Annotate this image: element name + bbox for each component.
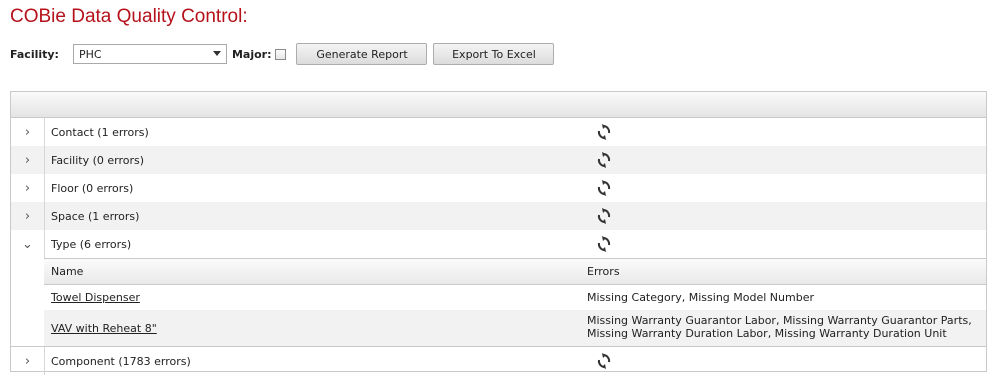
- toolbar: Facility: PHC Major: Generate Report Exp…: [10, 42, 555, 66]
- refresh-icon: [597, 353, 611, 372]
- page-title: COBie Data Quality Control:: [10, 6, 248, 27]
- column-header-name[interactable]: Name: [51, 265, 83, 278]
- group-label: Type (6 errors): [51, 237, 132, 251]
- refresh-icon: [597, 152, 611, 171]
- major-checkbox[interactable]: [275, 48, 287, 60]
- refresh-icon: [597, 208, 611, 227]
- table-row: VAV with Reheat 8" Missing Warranty Guar…: [44, 310, 986, 346]
- group-label: Facility (0 errors): [51, 153, 145, 167]
- group-label: Space (1 errors): [51, 209, 140, 223]
- table-row: Towel Dispenser Missing Category, Missin…: [44, 285, 986, 310]
- chevron-right-icon[interactable]: ›: [11, 146, 44, 174]
- type-errors: Missing Category, Missing Model Number: [587, 291, 814, 304]
- generate-report-button[interactable]: Generate Report: [296, 43, 428, 65]
- major-label: Major:: [231, 47, 272, 61]
- facility-label: Facility:: [10, 47, 59, 61]
- group-row-contact[interactable]: › Contact (1 errors): [11, 118, 986, 146]
- group-row-space[interactable]: › Space (1 errors): [11, 202, 986, 230]
- group-row-type[interactable]: ⌄ Type (6 errors): [11, 230, 986, 258]
- grid-header: [11, 92, 986, 118]
- type-detail-table: Name Errors Towel Dispenser Missing Cate…: [44, 258, 986, 346]
- group-row-component[interactable]: › Component (1783 errors): [11, 346, 986, 375]
- group-row-facility[interactable]: › Facility (0 errors): [11, 146, 986, 174]
- dropdown-arrow-icon: [212, 51, 221, 56]
- detail-header: Name Errors: [44, 259, 986, 285]
- facility-select[interactable]: PHC: [72, 44, 227, 64]
- refresh-icon: [597, 236, 611, 255]
- group-label: Component (1783 errors): [51, 354, 191, 368]
- chevron-right-icon[interactable]: ›: [11, 118, 44, 146]
- facility-select-value: PHC: [78, 47, 102, 61]
- chevron-down-icon[interactable]: ⌄: [11, 230, 44, 258]
- refresh-icon: [597, 124, 611, 143]
- group-row-floor[interactable]: › Floor (0 errors): [11, 174, 986, 202]
- type-name-link[interactable]: Towel Dispenser: [51, 291, 140, 304]
- group-label: Contact (1 errors): [51, 125, 149, 139]
- type-errors: Missing Warranty Guarantor Labor, Missin…: [587, 314, 972, 340]
- chevron-right-icon[interactable]: ›: [11, 174, 44, 202]
- column-header-errors[interactable]: Errors: [587, 265, 620, 278]
- chevron-right-icon[interactable]: ›: [11, 347, 44, 375]
- chevron-right-icon[interactable]: ›: [11, 202, 44, 230]
- results-grid: › Contact (1 errors) › Facility (0 error…: [10, 91, 987, 375]
- type-name-link[interactable]: VAV with Reheat 8": [51, 322, 157, 335]
- group-label: Floor (0 errors): [51, 181, 134, 195]
- refresh-icon: [597, 180, 611, 199]
- export-to-excel-button[interactable]: Export To Excel: [433, 43, 555, 65]
